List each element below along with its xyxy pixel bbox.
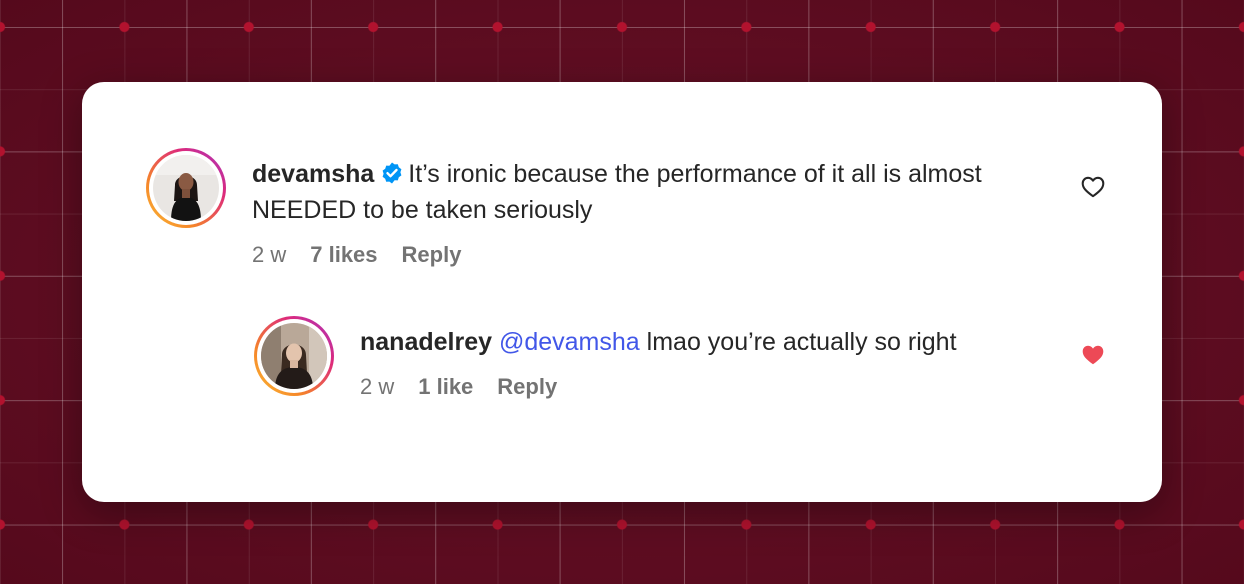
avatar-photo: [261, 323, 327, 389]
comment-username[interactable]: nanadelrey: [360, 328, 492, 356]
comment-text-line: nanadelrey @devamsha lmao you’re actuall…: [360, 324, 1020, 360]
comment-body: nanadelrey @devamsha lmao you’re actuall…: [360, 324, 1020, 400]
comment-meta: 2 w 7 likes Reply: [252, 242, 1012, 268]
avatar[interactable]: [254, 316, 334, 396]
heart-filled-icon: [1082, 345, 1104, 365]
comment-body: devamsha It’s ironic because the performa…: [252, 156, 1012, 268]
comment-text: lmao you’re actually so right: [646, 328, 957, 356]
comment-username[interactable]: devamsha: [252, 160, 374, 188]
heart-outline-icon: [1081, 176, 1105, 198]
like-button[interactable]: [1080, 342, 1106, 368]
verified-badge-icon: [382, 162, 402, 184]
reply-button[interactable]: Reply: [402, 242, 462, 268]
comment-meta: 2 w 1 like Reply: [360, 374, 1020, 400]
comment-likes-count[interactable]: 7 likes: [310, 242, 377, 268]
avatar-photo: [153, 155, 219, 221]
comment-likes-count[interactable]: 1 like: [418, 374, 473, 400]
like-button[interactable]: [1080, 174, 1106, 200]
avatar[interactable]: [146, 148, 226, 228]
comment-timestamp[interactable]: 2 w: [252, 242, 286, 268]
comment-mention[interactable]: @devamsha: [499, 328, 640, 356]
avatar-photo-image: [153, 155, 219, 221]
comment-timestamp[interactable]: 2 w: [360, 374, 394, 400]
comment-text-line: devamsha It’s ironic because the performa…: [252, 156, 1012, 228]
reply-button[interactable]: Reply: [497, 374, 557, 400]
comments-card: devamsha It’s ironic because the performa…: [82, 82, 1162, 502]
avatar-photo-image: [261, 323, 327, 389]
